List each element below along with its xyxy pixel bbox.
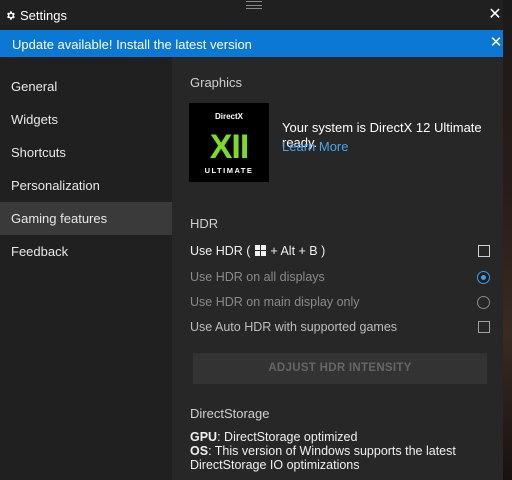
directstorage-gpu-line: GPU: DirectStorage optimized (190, 430, 357, 444)
hdr-main-display-label: Use HDR on main display only (190, 295, 360, 309)
logo-directx-text: DirectX (215, 112, 244, 121)
sidebar-item-widgets[interactable]: Widgets (0, 103, 172, 136)
logo-xii-mark: XII (210, 128, 249, 166)
use-hdr-checkbox[interactable] (478, 245, 490, 257)
auto-hdr-checkbox[interactable] (478, 321, 490, 333)
graphics-heading: Graphics (190, 75, 243, 90)
use-hdr-label-prefix: Use HDR ( (190, 244, 251, 258)
gpu-value: : DirectStorage optimized (217, 430, 358, 444)
directx-ultimate-logo: DirectX XII ULTIMATE (189, 103, 269, 182)
windows-key-icon (254, 245, 266, 256)
hdr-main-display-row[interactable]: Use HDR on main display only (190, 293, 490, 313)
gpu-label: GPU (190, 430, 218, 444)
sidebar-item-shortcuts[interactable]: Shortcuts (0, 136, 172, 169)
learn-more-link[interactable]: Learn More (282, 139, 348, 154)
sidebar-item-feedback[interactable]: Feedback (0, 235, 172, 268)
banner-close-icon[interactable]: ✕ (489, 35, 503, 50)
window-title: Settings (20, 8, 67, 23)
hdr-all-displays-label: Use HDR on all displays (190, 270, 325, 284)
directstorage-heading: DirectStorage (190, 406, 270, 421)
use-hdr-label-suffix: + Alt + B ) (270, 244, 326, 258)
hdr-all-displays-radio[interactable] (477, 271, 490, 284)
update-banner-text[interactable]: Update available! Install the latest ver… (12, 37, 252, 52)
auto-hdr-row[interactable]: Use Auto HDR with supported games (190, 318, 490, 338)
background-window-strip (503, 0, 512, 480)
directstorage-os-line-2: DirectStorage IO optimizations (190, 458, 360, 472)
use-hdr-row[interactable]: Use HDR ( + Alt + B ) (190, 242, 490, 262)
title-bar[interactable]: Settings ✕ (0, 0, 503, 30)
main-content: Graphics DirectX XII ULTIMATE Your syste… (172, 57, 503, 480)
settings-window: Settings ✕ Update available! Install the… (0, 0, 503, 480)
update-banner[interactable]: Update available! Install the latest ver… (0, 30, 503, 57)
sidebar-item-general[interactable]: General (0, 70, 172, 103)
close-window-icon[interactable]: ✕ (488, 7, 502, 23)
sidebar-item-gaming-features[interactable]: Gaming features (0, 202, 172, 235)
logo-ultimate-text: ULTIMATE (205, 166, 254, 175)
os-label: OS (190, 444, 209, 458)
hdr-main-display-radio[interactable] (477, 296, 490, 309)
os-value: : This version of Windows supports the l… (208, 444, 456, 458)
adjust-hdr-intensity-button[interactable]: ADJUST HDR INTENSITY (193, 353, 487, 384)
drag-handle-icon[interactable] (246, 1, 262, 9)
sidebar-nav: General Widgets Shortcuts Personalizatio… (0, 57, 172, 480)
directstorage-os-line: OS: This version of Windows supports the… (190, 444, 456, 458)
hdr-all-displays-row[interactable]: Use HDR on all displays (190, 268, 490, 288)
use-hdr-label: Use HDR ( + Alt + B ) (190, 244, 325, 258)
sidebar-item-personalization[interactable]: Personalization (0, 169, 172, 202)
auto-hdr-label: Use Auto HDR with supported games (190, 320, 398, 334)
gear-icon (7, 11, 15, 20)
hdr-heading: HDR (190, 216, 219, 231)
